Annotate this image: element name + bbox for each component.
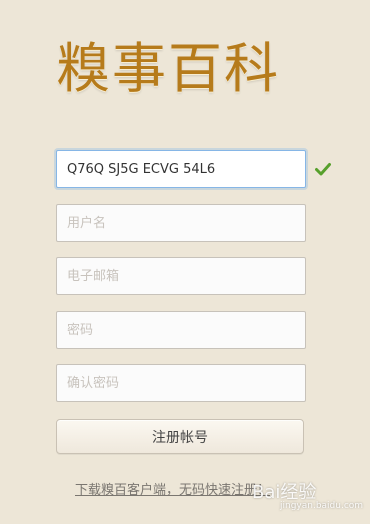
watermark-subtext: jingyan.baidu.com [280, 501, 364, 511]
password-input[interactable] [57, 312, 305, 348]
invite-code-input[interactable] [57, 151, 305, 187]
email-field[interactable] [56, 257, 306, 295]
register-button[interactable]: 注册帐号 [56, 419, 304, 454]
username-input[interactable] [57, 205, 305, 241]
check-icon [315, 163, 331, 176]
confirm-password-input[interactable] [57, 365, 305, 401]
registration-screen: 糗事百科 注册帐号 下载糗百客户端，无码快速注册！ Bai经验 jingyan.… [0, 0, 370, 524]
watermark-text: Bai经验 [252, 482, 317, 503]
password-field[interactable] [56, 311, 306, 349]
confirm-password-field[interactable] [56, 364, 306, 402]
download-client-link[interactable]: 下载糗百客户端，无码快速注册！ [75, 479, 270, 498]
username-field[interactable] [56, 204, 306, 242]
site-logo: 糗事百科 [56, 37, 280, 100]
email-input[interactable] [57, 258, 305, 294]
watermark: Bai经验 jingyan.baidu.com [252, 478, 363, 511]
invite-code-field[interactable] [56, 150, 306, 188]
